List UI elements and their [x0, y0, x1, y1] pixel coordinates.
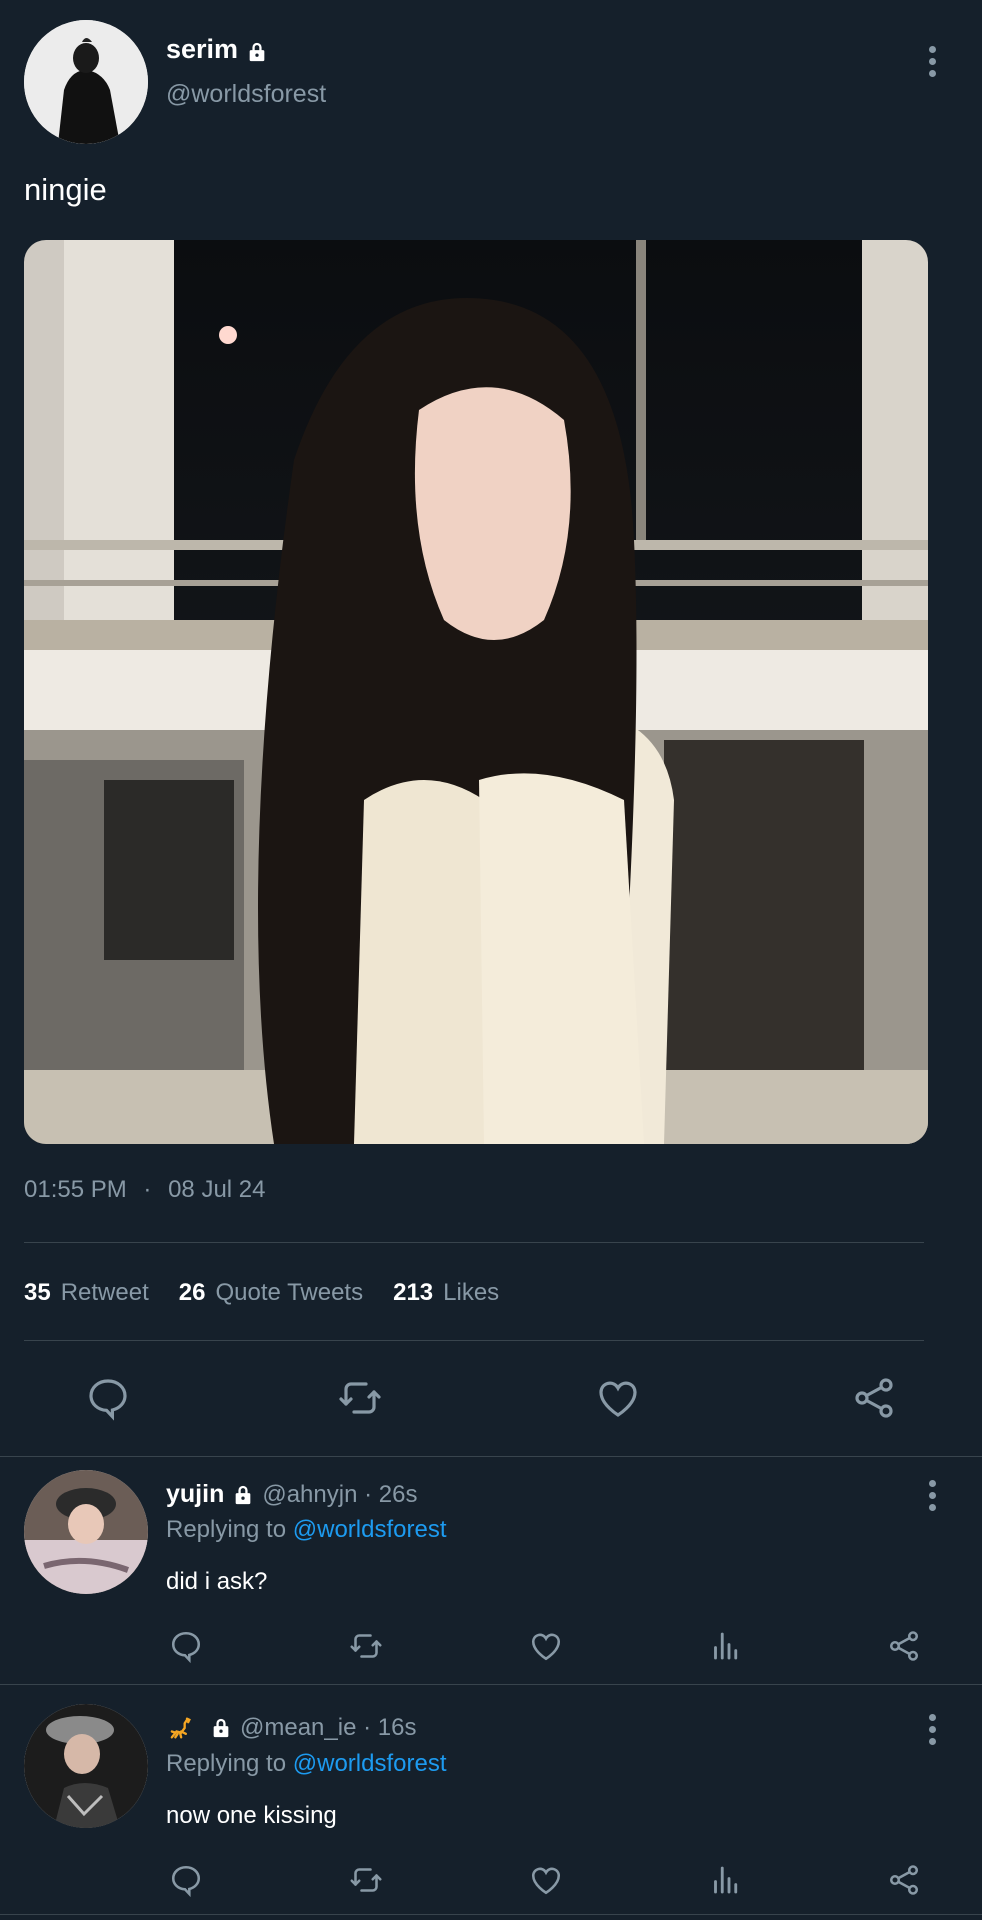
divider — [24, 1242, 924, 1243]
replying-to: Replying to @worldsforest — [166, 1516, 447, 1543]
reply-icon[interactable] — [84, 1374, 132, 1422]
more-options-icon[interactable] — [922, 1714, 942, 1745]
lock-icon — [232, 1484, 254, 1506]
reply-author-name: yujin — [166, 1480, 225, 1508]
replying-to: Replying to @worldsforest — [166, 1750, 447, 1777]
divider — [0, 1456, 982, 1457]
replying-to-link[interactable]: @worldsforest — [293, 1516, 447, 1543]
reply-handle: @mean_ie · 16s — [240, 1714, 417, 1741]
reply-avatar[interactable] — [24, 1470, 148, 1594]
share-icon[interactable] — [886, 1628, 922, 1664]
reply-icon[interactable] — [168, 1628, 204, 1664]
tweet-text: ningie — [24, 172, 107, 207]
like-icon[interactable] — [528, 1628, 564, 1664]
retweet-icon[interactable] — [348, 1862, 384, 1898]
analytics-icon[interactable] — [708, 1862, 744, 1898]
scorpion-icon — [166, 1714, 194, 1742]
author-name-row[interactable]: serim — [166, 34, 268, 65]
reply-avatar[interactable] — [24, 1704, 148, 1828]
like-icon[interactable] — [594, 1374, 642, 1422]
reply-name-row[interactable]: yujin @ahnyjn · 26s — [166, 1480, 417, 1509]
replying-to-link[interactable]: @worldsforest — [293, 1750, 447, 1777]
tweet-photo[interactable] — [24, 240, 928, 1144]
more-options-icon[interactable] — [922, 46, 942, 77]
lock-icon — [246, 39, 268, 61]
reply-text: did i ask? — [166, 1568, 268, 1595]
reply-icon[interactable] — [168, 1862, 204, 1898]
lock-icon — [210, 1717, 232, 1739]
retweet-icon[interactable] — [348, 1628, 384, 1664]
divider — [0, 1684, 982, 1685]
reply-handle: @ahnyjn · 26s — [262, 1480, 418, 1508]
author-avatar[interactable] — [24, 20, 148, 144]
stat-retweets[interactable]: 35 Retweet — [24, 1279, 149, 1307]
more-options-icon[interactable] — [922, 1480, 942, 1511]
reply-text: now one kissing — [166, 1802, 337, 1829]
share-icon[interactable] — [886, 1862, 922, 1898]
share-icon[interactable] — [850, 1374, 898, 1422]
analytics-icon[interactable] — [708, 1628, 744, 1664]
meta-separator: · — [143, 1176, 152, 1203]
tweet-date: 08 Jul 24 — [168, 1176, 266, 1203]
author-name: serim — [166, 34, 239, 64]
author-handle[interactable]: @worldsforest — [166, 80, 326, 109]
like-icon[interactable] — [528, 1862, 564, 1898]
retweet-icon[interactable] — [336, 1374, 384, 1422]
divider — [24, 1340, 924, 1341]
stat-likes[interactable]: 213 Likes — [393, 1279, 499, 1307]
tweet-timestamp: 01:55 PM · 08 Jul 24 — [24, 1176, 265, 1204]
reply-name-row[interactable]: @mean_ie · 16s — [166, 1714, 416, 1742]
stat-quote-tweets[interactable]: 26 Quote Tweets — [179, 1279, 363, 1307]
divider — [0, 1914, 982, 1915]
tweet-time: 01:55 PM — [24, 1176, 127, 1203]
tweet-stats: 35 Retweet 26 Quote Tweets 213 Likes — [24, 1279, 499, 1307]
